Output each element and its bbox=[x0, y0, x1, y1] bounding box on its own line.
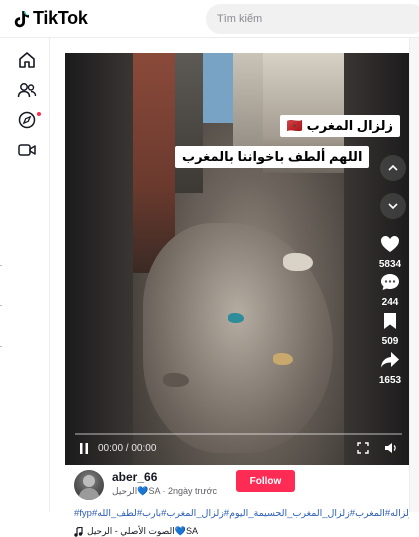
rubble-detail bbox=[283, 253, 313, 271]
comment-button[interactable]: 244 bbox=[375, 273, 405, 308]
avatar-silhouette bbox=[78, 475, 100, 500]
save-count: 509 bbox=[381, 336, 399, 347]
author-subline: الرحيل💙SA · 2ngày trước bbox=[112, 486, 217, 496]
comment-count: 244 bbox=[381, 297, 399, 308]
notification-dot bbox=[37, 112, 41, 116]
hashtag-list[interactable]: #fyp#زلزال_المغرب#زلزاله#المغرب#زلزال_ال… bbox=[74, 508, 409, 519]
share-button[interactable]: 1653 bbox=[375, 351, 405, 386]
share-count: 1653 bbox=[378, 375, 402, 386]
next-video-button[interactable] bbox=[380, 193, 406, 219]
video-caption-prayer: اللهم ألطف باخواننا بالمغرب bbox=[175, 146, 370, 168]
music-note-icon bbox=[74, 526, 83, 537]
page-scrollbar[interactable] bbox=[409, 38, 419, 512]
like-count: 5834 bbox=[378, 259, 402, 270]
sky bbox=[203, 53, 233, 123]
rubble-detail bbox=[273, 353, 293, 365]
comment-icon bbox=[381, 274, 399, 290]
music-title: الصوت الأصلي - الرحيل💙SA bbox=[87, 526, 198, 536]
live-icon[interactable] bbox=[17, 140, 37, 160]
save-button[interactable]: 509 bbox=[375, 312, 405, 347]
top-bar: TikTok Tìm kiếm bbox=[0, 0, 419, 38]
chevron-down-icon bbox=[388, 203, 398, 210]
username[interactable]: aber_66 bbox=[112, 470, 157, 484]
previous-video-button[interactable] bbox=[380, 155, 406, 181]
following-icon[interactable] bbox=[17, 80, 37, 100]
progress-bar[interactable] bbox=[75, 433, 402, 435]
volume-icon[interactable] bbox=[384, 442, 398, 454]
follow-button[interactable]: Follow bbox=[236, 470, 295, 492]
brand-name: TikTok bbox=[33, 8, 88, 28]
playback-time: 00:00 / 00:00 bbox=[98, 443, 157, 454]
scroll-marker bbox=[0, 265, 2, 266]
bookmark-icon bbox=[384, 313, 396, 329]
explore-icon[interactable] bbox=[17, 110, 37, 130]
search-placeholder: Tìm kiếm bbox=[217, 13, 263, 25]
chevron-up-icon bbox=[388, 164, 398, 171]
tiktok-logo[interactable]: TikTok bbox=[14, 8, 88, 29]
share-icon bbox=[381, 352, 399, 368]
like-button[interactable]: 5834 bbox=[375, 235, 405, 270]
video-player[interactable]: زلزال المغرب 🇲🇦 اللهم ألطف باخواننا بالم… bbox=[65, 53, 412, 465]
search-input[interactable]: Tìm kiếm bbox=[206, 4, 419, 34]
home-icon[interactable] bbox=[17, 50, 37, 70]
pause-icon[interactable] bbox=[79, 443, 89, 454]
heart-icon bbox=[381, 236, 399, 252]
video-card: زلزال المغرب 🇲🇦 اللهم ألطف باخواننا بالم… bbox=[60, 38, 419, 537]
scroll-marker bbox=[0, 346, 2, 347]
sidebar bbox=[0, 38, 50, 512]
building-left-2 bbox=[175, 53, 203, 193]
video-blur-left bbox=[65, 53, 135, 465]
tiktok-logo-icon bbox=[14, 10, 29, 27]
rubble-detail bbox=[228, 313, 244, 323]
avatar[interactable] bbox=[74, 470, 104, 500]
player-controls: 00:00 / 00:00 bbox=[65, 429, 412, 465]
fullscreen-icon[interactable] bbox=[357, 442, 369, 454]
music-info[interactable]: الصوت الأصلي - الرحيل💙SA bbox=[74, 526, 198, 537]
scroll-marker bbox=[0, 305, 2, 306]
rubble-detail bbox=[163, 373, 189, 387]
video-caption-title: زلزال المغرب 🇲🇦 bbox=[279, 115, 400, 137]
